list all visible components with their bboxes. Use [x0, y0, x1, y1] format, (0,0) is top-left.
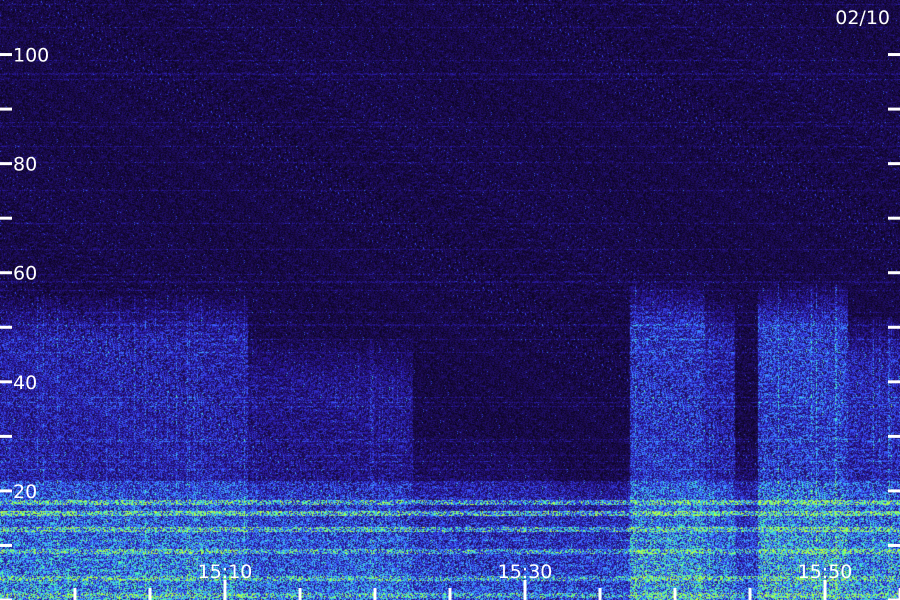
chart-overlay: 20 40 60 80 100 15:10 15:30 15:50 02/10 — [0, 7, 900, 600]
y-tick-label-20: 20 — [13, 481, 37, 503]
y-tick-label-40: 40 — [13, 372, 37, 394]
y-axis-right — [888, 53, 900, 600]
x-tick-label-15:10: 15:10 — [198, 561, 253, 583]
date-label: 02/10 — [835, 7, 890, 29]
y-tick-label-80: 80 — [13, 154, 37, 176]
y-tick-label-100: 100 — [13, 45, 49, 67]
y-axis-left — [0, 53, 12, 600]
x-axis — [73, 580, 900, 600]
x-tick-label-15:50: 15:50 — [798, 561, 853, 583]
x-tick-labels: 15:10 15:30 15:50 — [198, 561, 853, 583]
x-tick-label-15:30: 15:30 — [498, 561, 553, 583]
y-tick-label-60: 60 — [13, 263, 37, 285]
y-tick-labels: 20 40 60 80 100 — [13, 45, 49, 503]
